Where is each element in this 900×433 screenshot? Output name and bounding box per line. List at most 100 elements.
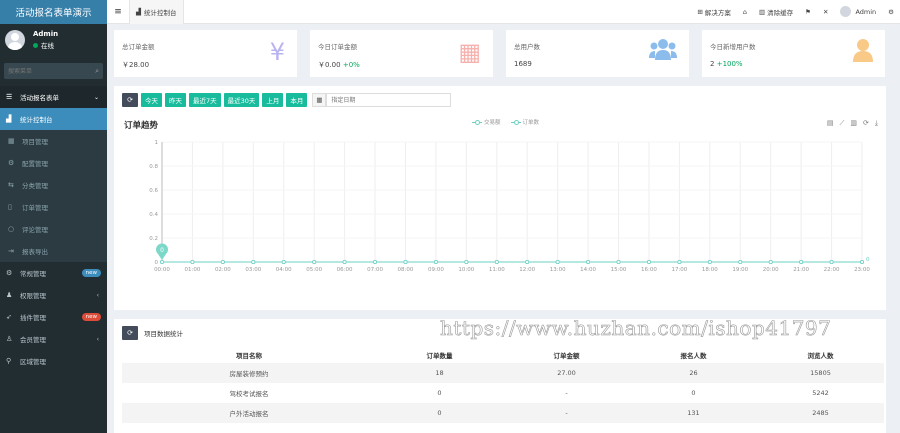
avatar: [840, 6, 852, 17]
table-row[interactable]: 驾校考试报名 0 - 0 5242: [122, 383, 884, 403]
x-tick-label: 15:00: [611, 267, 627, 273]
chart-panel: ⟳ 今天 昨天 最近7天 最近30天 上月 本月 ▦ 订单趋势 交易额 订单数 …: [114, 86, 886, 310]
gears-icon: ⚙: [888, 7, 894, 16]
gears-icon: ⚙: [6, 269, 13, 277]
sidebar-item-label: 订单管理: [22, 204, 48, 212]
stat-card-new-users: 今日新增用户数 2 +100%: [702, 30, 885, 77]
sidebar-item-label: 插件管理: [20, 314, 46, 322]
user-menu[interactable]: Admin: [834, 6, 882, 17]
solutions-label: 解决方案: [704, 8, 731, 17]
x-tick-label: 16:00: [641, 267, 657, 273]
sidebar-item-projects[interactable]: ▦ 项目管理: [0, 130, 107, 152]
solutions-link[interactable]: ⊞ 解决方案: [691, 7, 736, 17]
sidebar-item-comments[interactable]: ○ 评论管理: [0, 218, 107, 240]
table-cell: 2485: [757, 403, 884, 423]
home-icon: ⌂: [742, 7, 748, 16]
sidebar-search: ⌕: [4, 63, 103, 79]
new-badge: new: [81, 313, 101, 321]
sidebar-item-plugins[interactable]: ➶ 插件管理 new: [0, 306, 107, 328]
table-cell: 0: [691, 389, 696, 397]
project-stats-table: 项目名称 订单数量 订单金额 报名人数 浏览人数 房屋装修预约 18 27.00…: [122, 346, 884, 423]
data-point: [707, 259, 712, 264]
chevron-left-icon: ‹: [96, 335, 99, 343]
app-title[interactable]: 活动报名表单演示: [0, 0, 107, 24]
users-icon: ♟: [6, 291, 13, 299]
sidebar-item-activity-form[interactable]: ☰ 活动报名表单 ⌄: [0, 86, 107, 108]
sidebar-item-config[interactable]: ⚙ 配置管理: [0, 152, 107, 174]
table-cell: 5242: [812, 389, 829, 397]
search-icon[interactable]: ⌕: [95, 67, 99, 76]
x-tick-label: 14:00: [580, 267, 596, 273]
comment-icon: ○: [8, 225, 15, 233]
sidebar-item-orders[interactable]: ▯ 订单管理: [0, 196, 107, 218]
gear-icon: ⚙: [8, 159, 15, 167]
table-cell: 驾校考试报名: [229, 390, 269, 398]
user-name: Admin: [33, 30, 59, 38]
table-cell: -: [565, 389, 568, 397]
data-point: [373, 259, 378, 264]
user-icon: ♙: [6, 335, 13, 343]
search-input[interactable]: [8, 67, 96, 75]
menu-toggle-icon[interactable]: ≡: [107, 7, 129, 17]
sidebar-item-label: 区域管理: [20, 358, 46, 366]
tab-dashboard[interactable]: ▟ 统计控制台: [129, 0, 184, 24]
fullscreen-icon: ✕: [823, 7, 829, 16]
data-point: [342, 259, 347, 264]
table-cell: 15805: [757, 363, 884, 383]
column-header[interactable]: 报名人数: [630, 346, 757, 363]
sidebar-item-label: 评论管理: [22, 226, 48, 234]
language-button[interactable]: ⚑: [799, 8, 817, 16]
user-icon: [853, 38, 873, 68]
table-row[interactable]: 房屋装修预约 18 27.00 26 15805: [122, 363, 884, 383]
settings-button[interactable]: ⚙: [882, 8, 900, 16]
y-tick-label: 0: [155, 260, 159, 266]
x-tick-label: 11:00: [489, 267, 505, 273]
sidebar-item-export[interactable]: ⇥ 报表导出: [0, 240, 107, 262]
stat-card-total-users: 总用户数 1689: [506, 30, 689, 77]
data-point: [190, 259, 195, 264]
export-icon: ⇥: [8, 247, 14, 255]
map-marker-icon: ⚲: [6, 357, 12, 365]
sidebar-item-category[interactable]: ⇆ 分类管理: [0, 174, 107, 196]
column-header[interactable]: 订单金额: [503, 346, 630, 363]
table-cell: 户外活动报名: [122, 403, 376, 423]
share-icon: ⇆: [8, 181, 14, 189]
x-tick-label: 21:00: [793, 267, 809, 273]
x-tick-label: 04:00: [276, 267, 292, 273]
user-status: 在线: [33, 40, 58, 50]
clear-cache-button[interactable]: ▥ 清除缓存: [753, 7, 799, 17]
sidebar-item-members[interactable]: ♙ 会员管理 ‹: [0, 328, 107, 350]
new-badge: new: [81, 269, 101, 277]
fullscreen-button[interactable]: ✕: [817, 8, 834, 16]
list-icon: ☰: [6, 93, 13, 101]
online-dot-icon: [33, 42, 38, 48]
sidebar-item-general[interactable]: ⚙ 常规管理 new: [0, 262, 107, 284]
sidebar-item-permission[interactable]: ♟ 权限管理 ‹: [0, 284, 107, 306]
sidebar-item-label: 报表导出: [22, 248, 48, 256]
column-header[interactable]: 项目名称: [122, 346, 376, 363]
sidebar-item-dashboard[interactable]: ▟ 统计控制台: [0, 108, 107, 130]
table-row[interactable]: 户外活动报名 0 - 131 2485: [122, 403, 884, 423]
x-tick-label: 08:00: [398, 267, 414, 273]
y-tick-label: 0.6: [149, 188, 158, 194]
x-tick-label: 12:00: [519, 267, 535, 273]
users-icon: [649, 38, 677, 68]
x-tick-label: 09:00: [428, 267, 444, 273]
data-point: [860, 259, 865, 264]
chart-icon: ▟: [136, 7, 141, 16]
table-cell: 27.00: [503, 363, 630, 383]
column-header[interactable]: 订单数量: [376, 346, 503, 363]
table-cell: 0: [376, 403, 503, 423]
table-refresh-button[interactable]: ⟳: [122, 326, 138, 340]
main-content: 总订单金额 ￥28.00 ¥ 今日订单金额 ￥0.00 +0% ▦ 总用户数 1…: [107, 24, 900, 433]
data-point: [251, 259, 256, 264]
data-point: [738, 259, 743, 264]
table-cell: 房屋装修预约: [122, 363, 376, 383]
sidebar-item-region[interactable]: ⚲ 区域管理: [0, 350, 107, 372]
sidebar-item-label: 活动报名表单: [20, 94, 59, 102]
x-tick-label: 18:00: [702, 267, 718, 273]
avatar[interactable]: [5, 30, 25, 50]
line-chart: 00.20.40.60.8100:00 01:00 02:00 03:00 04:00 0…: [149, 140, 870, 273]
home-button[interactable]: ⌂: [737, 8, 753, 16]
column-header[interactable]: 浏览人数: [757, 346, 884, 363]
